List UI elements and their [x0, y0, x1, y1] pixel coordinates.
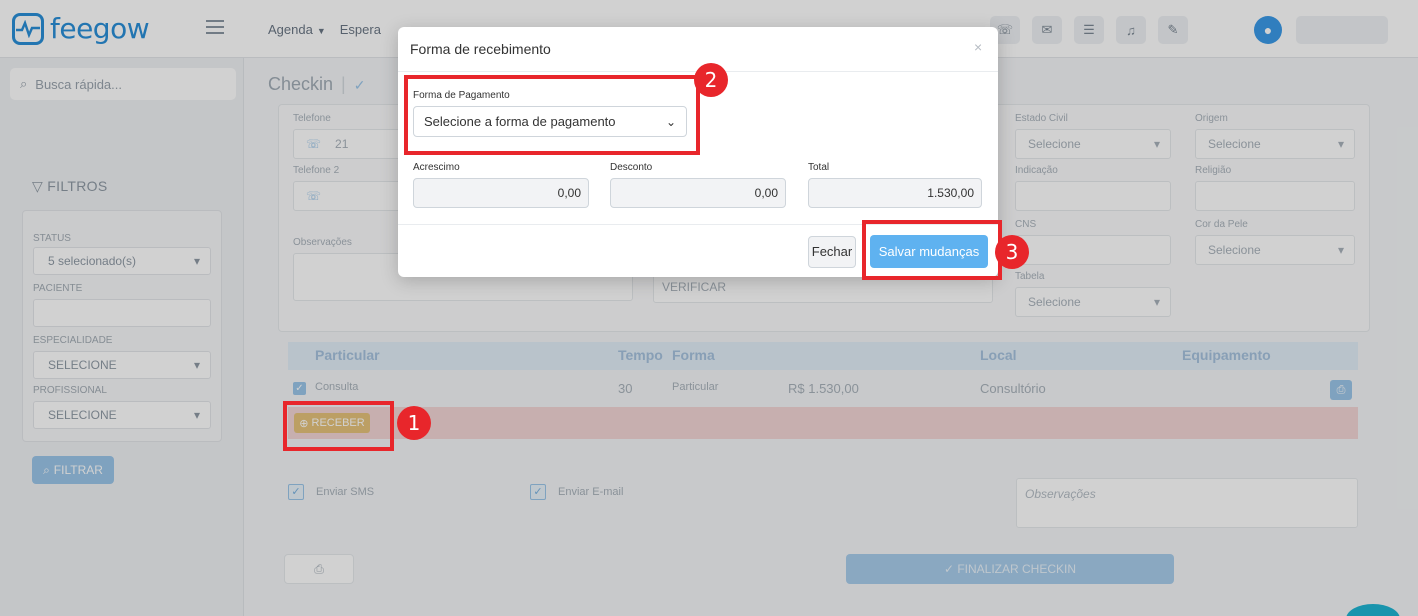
annotation-badge-2: 2: [694, 63, 728, 97]
close-icon[interactable]: ×: [974, 39, 982, 55]
desconto-input[interactable]: 0,00: [610, 178, 786, 208]
acrescimo-input[interactable]: 0,00: [413, 178, 589, 208]
annotation-box-3: [862, 220, 1002, 280]
modal-title: Forma de recebimento: [410, 41, 551, 57]
annotation-badge-1: 1: [397, 406, 431, 440]
total-input: 1.530,00: [808, 178, 982, 208]
annotation-box-2: [404, 75, 700, 155]
total-label: Total: [808, 162, 830, 173]
acrescimo-label: Acrescimo: [413, 162, 460, 173]
desconto-label: Desconto: [610, 162, 653, 173]
annotation-badge-3: 3: [995, 235, 1029, 269]
annotation-box-1: [283, 401, 394, 451]
fechar-button[interactable]: Fechar: [808, 236, 856, 268]
